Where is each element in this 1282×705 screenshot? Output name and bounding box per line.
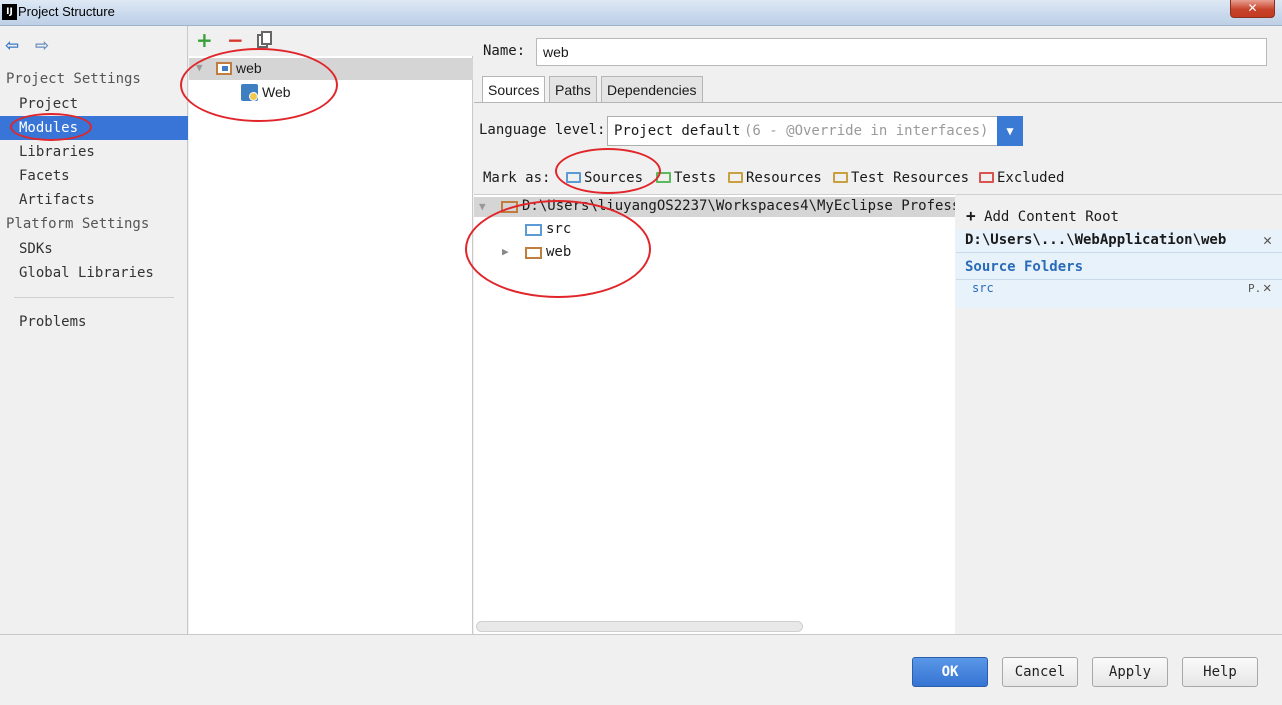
chevron-down-icon[interactable]: ▼ (997, 116, 1023, 146)
nav-item-artifacts[interactable]: Artifacts (0, 188, 188, 212)
mark-tests-button[interactable]: Tests (656, 170, 716, 186)
add-content-root-button[interactable]: + Add Content Root (966, 206, 1119, 225)
language-level-value: Project default (614, 123, 741, 139)
cancel-button[interactable]: Cancel (1002, 657, 1078, 687)
arrow-left-icon[interactable]: ⇦ (5, 36, 19, 56)
test-resources-folder-icon (833, 172, 848, 183)
horizontal-scrollbar[interactable] (476, 621, 803, 632)
section-project-settings: Project Settings (6, 71, 141, 87)
resources-folder-icon (728, 172, 743, 183)
content-root-path: D:\Users\...\WebApplication\web (965, 232, 1227, 248)
tab-divider (474, 102, 1282, 103)
tab-sources[interactable]: Sources (482, 76, 546, 103)
arrow-right-icon[interactable]: ⇨ (35, 36, 49, 56)
add-module-button[interactable]: + (196, 28, 213, 52)
excluded-folder-icon (979, 172, 994, 183)
nav-item-project[interactable]: Project (0, 92, 188, 116)
tree-expand-icon[interactable]: ▼ (479, 200, 486, 213)
tab-dependencies[interactable]: Dependencies (601, 76, 703, 102)
plus-icon: + (966, 206, 976, 225)
language-level-label: Language level: (479, 122, 606, 138)
close-icon[interactable]: ✕ (1263, 231, 1272, 249)
nav-item-libraries[interactable]: Libraries (0, 140, 188, 164)
annotation-ellipse (555, 148, 661, 194)
nav-divider (14, 297, 174, 298)
nav-item-facets[interactable]: Facets (0, 164, 188, 188)
annotation-ellipse (180, 48, 338, 122)
language-level-select[interactable]: Project default (6 - @Override in interf… (607, 116, 1023, 146)
window-title: Project Structure (18, 4, 115, 19)
tab-paths[interactable]: Paths (549, 76, 597, 102)
language-level-hint: (6 - @Override in interfaces) (744, 123, 989, 139)
source-folder-item: src (972, 281, 994, 295)
edit-properties-icon[interactable]: P. (1248, 282, 1261, 295)
close-button[interactable]: ✕ (1230, 0, 1275, 18)
annotation-ellipse (465, 200, 651, 298)
nav-item-sdks[interactable]: SDKs (0, 237, 188, 261)
apply-button[interactable]: Apply (1092, 657, 1168, 687)
copy-icon[interactable] (257, 31, 272, 48)
module-detail: Name: web Sources Paths Dependencies Lan… (474, 26, 1282, 634)
section-platform-settings: Platform Settings (6, 216, 150, 232)
source-folders-title: Source Folders (965, 259, 1084, 275)
title-bar: IJ Project Structure ✕ (0, 0, 1282, 26)
help-button[interactable]: Help (1182, 657, 1258, 687)
annotation-ellipse (10, 113, 92, 141)
nav-item-problems[interactable]: Problems (0, 310, 188, 334)
app-icon: IJ (2, 4, 17, 20)
ok-button[interactable]: OK (912, 657, 988, 687)
content-root-box: D:\Users\...\WebApplication\web ✕ Source… (956, 230, 1282, 308)
content-roots-panel: + Add Content Root D:\Users\...\WebAppli… (956, 194, 1282, 634)
mark-excluded-button[interactable]: Excluded (979, 170, 1064, 186)
mark-resources-button[interactable]: Resources (728, 170, 822, 186)
mark-as-label: Mark as: (483, 170, 551, 186)
module-name-input[interactable]: web (536, 38, 1267, 66)
nav-item-global-libraries[interactable]: Global Libraries (0, 261, 188, 285)
close-icon[interactable]: ✕ (1263, 280, 1271, 296)
mark-test-resources-button[interactable]: Test Resources (833, 170, 969, 186)
name-label: Name: (483, 43, 526, 59)
footer-divider (0, 634, 1282, 635)
